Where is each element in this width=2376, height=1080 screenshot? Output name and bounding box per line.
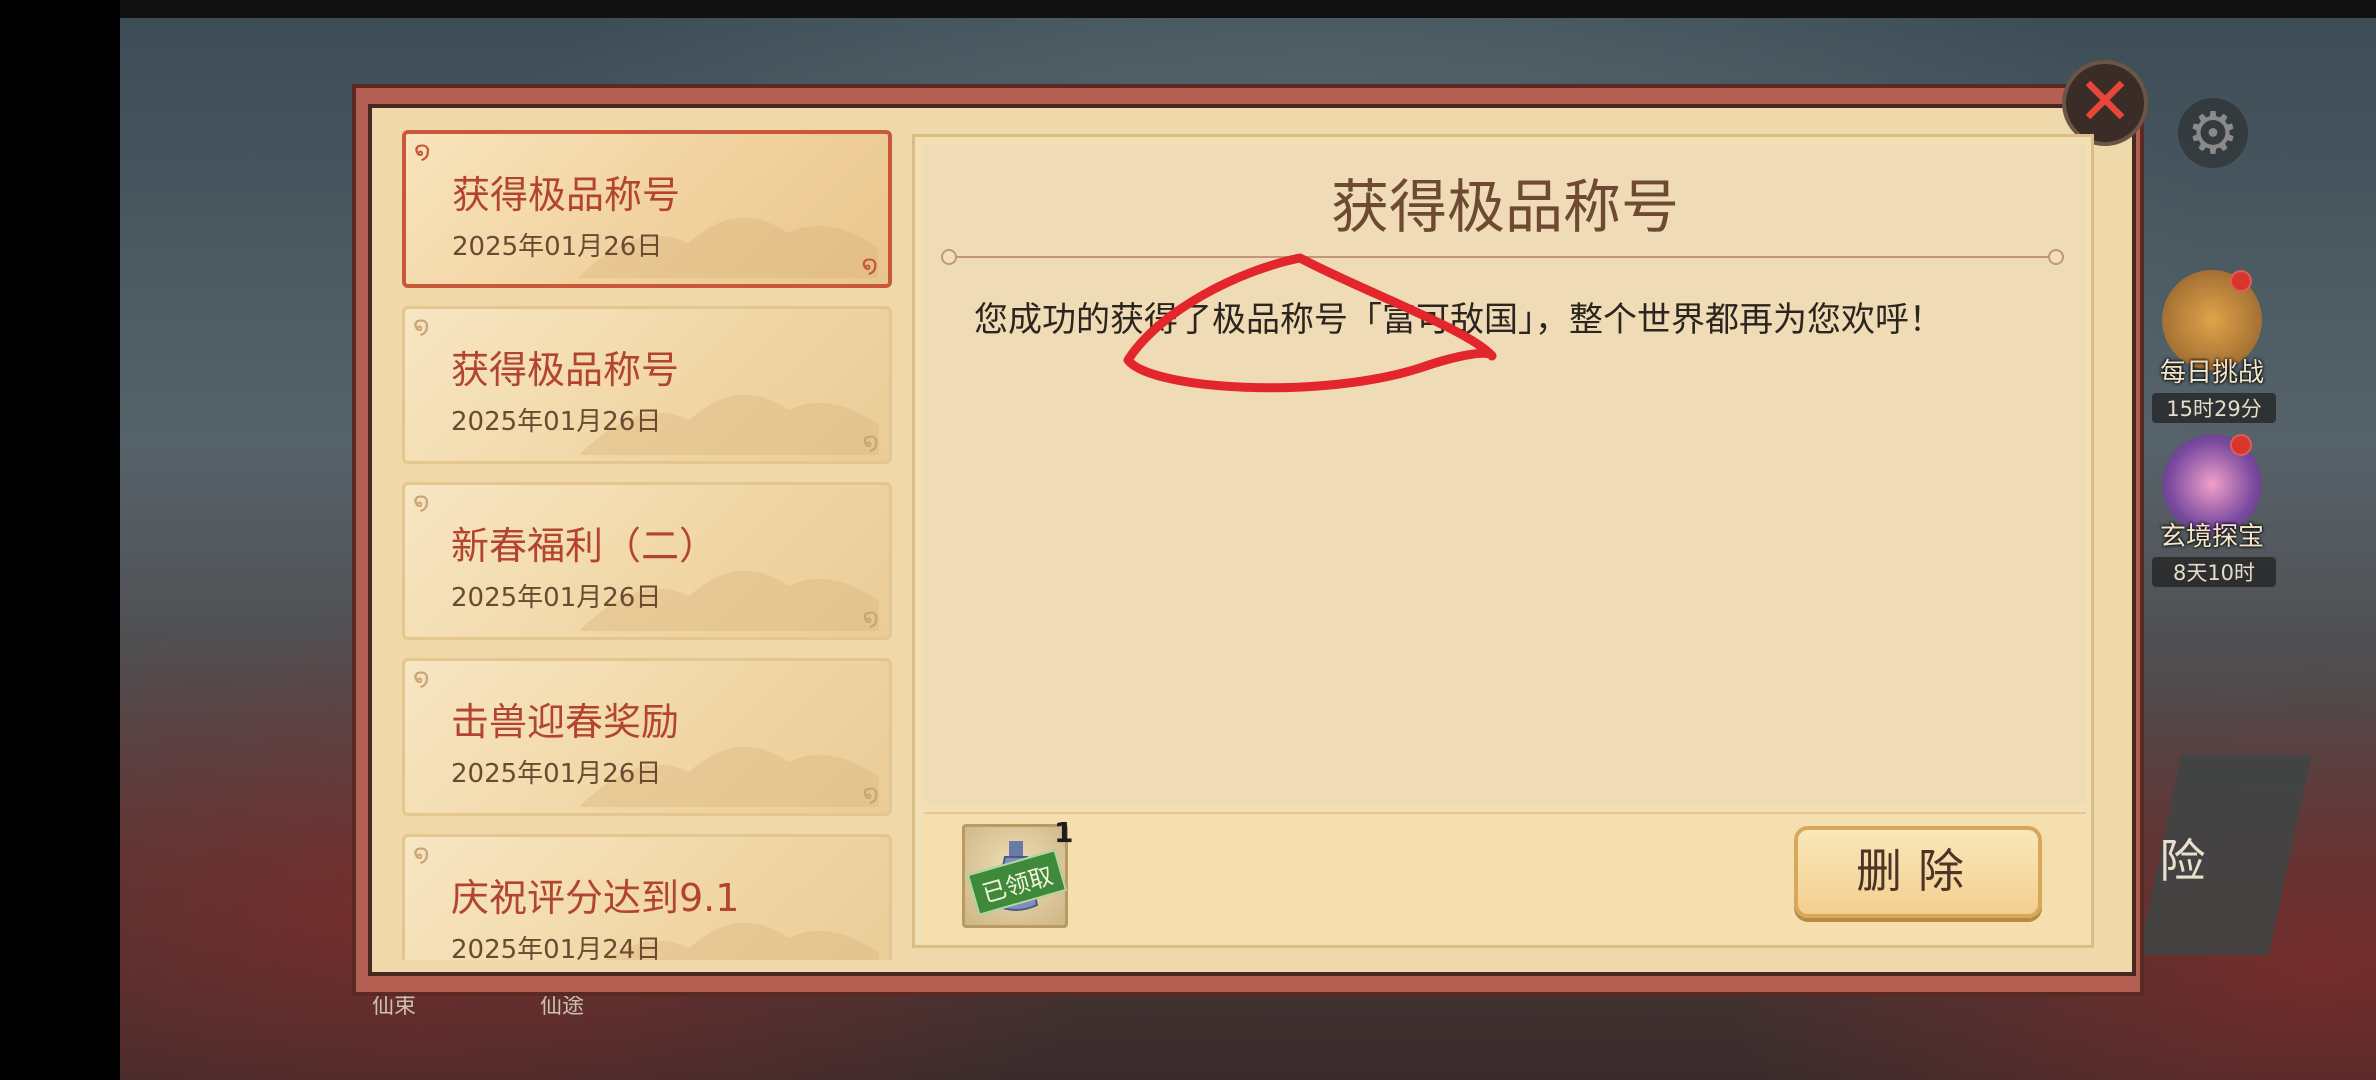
corner-swirl-icon: ໑ bbox=[862, 603, 879, 633]
corner-swirl-icon: ໑ bbox=[413, 663, 430, 693]
settings-gear-icon[interactable]: ⚙ bbox=[2178, 98, 2248, 168]
corner-swirl-icon: ໑ bbox=[861, 250, 878, 280]
mail-list-item[interactable]: ໑ 庆祝评分达到9.1 2025年01月24日 bbox=[402, 834, 892, 960]
corner-swirl-icon: ໑ bbox=[413, 487, 430, 517]
corner-swirl-icon: ໑ bbox=[862, 779, 879, 809]
treasure-hunt-button[interactable]: 玄境探宝 8天10时 bbox=[2152, 434, 2276, 587]
mail-item-date: 2025年01月24日 bbox=[451, 935, 662, 960]
notification-dot bbox=[2230, 434, 2252, 456]
mail-item-title: 击兽迎春奖励 bbox=[451, 700, 680, 744]
mail-list[interactable]: ໑ ໑ 获得极品称号 2025年01月26日 ໑ ໑ 获得极品称号 2025年0… bbox=[402, 130, 898, 960]
divider-end-ornament bbox=[2048, 249, 2064, 265]
daily-challenge-label: 每日挑战 bbox=[2159, 358, 2264, 388]
mail-list-item[interactable]: ໑ ໑ 击兽迎春奖励 2025年01月26日 bbox=[402, 658, 892, 816]
mail-list-item[interactable]: ໑ ໑ 新春福利（二） 2025年01月26日 bbox=[402, 482, 892, 640]
heading-divider bbox=[948, 256, 2060, 258]
mail-item-title: 获得极品称号 bbox=[452, 173, 681, 217]
mail-item-title: 获得极品称号 bbox=[451, 348, 680, 392]
reward-count: 1 bbox=[1054, 816, 1074, 849]
mail-list-item[interactable]: ໑ ໑ 获得极品称号 2025年01月26日 bbox=[402, 306, 892, 464]
divider-end-ornament bbox=[941, 249, 957, 265]
treasure-hunt-label: 玄境探宝 bbox=[2159, 522, 2264, 552]
mail-item-title: 新春福利（二） bbox=[451, 524, 718, 568]
corner-swirl-icon: ໑ bbox=[413, 311, 430, 341]
top-status-strip bbox=[120, 0, 2376, 18]
adventure-label: 险 bbox=[2159, 834, 2206, 888]
mail-item-date: 2025年01月26日 bbox=[451, 583, 662, 613]
corner-swirl-icon: ໑ bbox=[414, 136, 431, 166]
left-letterbox bbox=[0, 0, 120, 1080]
mail-item-date: 2025年01月26日 bbox=[452, 232, 663, 262]
mail-heading: 获得极品称号 bbox=[1330, 173, 1679, 241]
corner-swirl-icon: ໑ bbox=[413, 839, 430, 869]
daily-challenge-timer: 15时29分 bbox=[2152, 393, 2276, 423]
mail-list-item[interactable]: ໑ ໑ 获得极品称号 2025年01月26日 bbox=[402, 130, 892, 288]
mail-body-text: 您成功的获得了极品称号「富可敌国」，整个世界都再为您欢呼！ bbox=[974, 300, 1943, 340]
mail-item-title: 庆祝评分达到9.1 bbox=[451, 876, 740, 920]
daily-challenge-button[interactable]: 每日挑战 15时29分 bbox=[2152, 270, 2276, 423]
delete-button[interactable]: 删除 bbox=[1794, 826, 2042, 918]
mail-item-date: 2025年01月26日 bbox=[451, 407, 662, 437]
treasure-hunt-timer: 8天10时 bbox=[2152, 557, 2276, 587]
reward-item-slot[interactable]: 已领取 bbox=[962, 824, 1068, 928]
corner-swirl-icon: ໑ bbox=[862, 427, 879, 457]
mail-item-date: 2025年01月26日 bbox=[451, 759, 662, 789]
notification-dot bbox=[2230, 270, 2252, 292]
